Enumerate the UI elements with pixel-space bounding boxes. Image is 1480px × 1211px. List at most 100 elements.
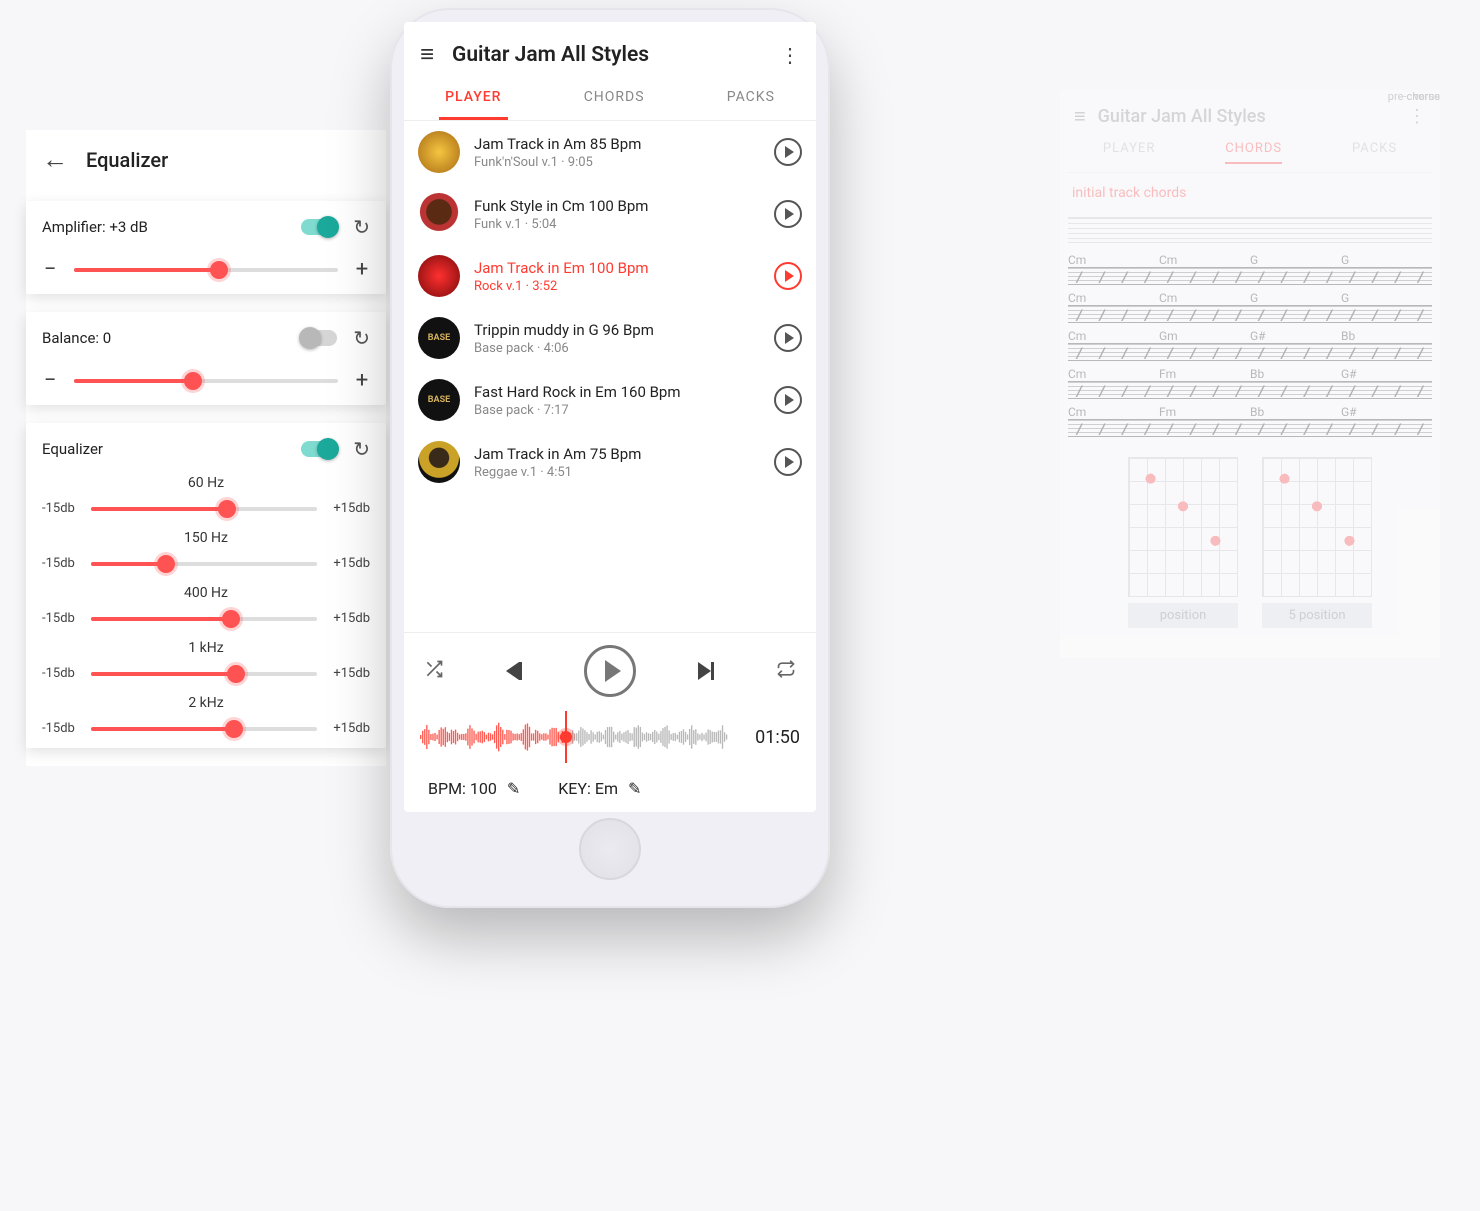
track-title: Jam Track in Am 75 Bpm [474, 445, 760, 463]
shuffle-icon[interactable] [424, 659, 444, 684]
eq-band-freq: 150 Hz [42, 530, 370, 546]
balance-slider[interactable] [74, 379, 338, 383]
chord-line: CmCmGG [1068, 291, 1432, 305]
album-art: BASE [418, 379, 460, 421]
menu-icon[interactable]: ≡ [1074, 104, 1086, 129]
balance-card: Balance: 0 ↻ − + [26, 312, 386, 405]
fret-caption-1: position [1128, 603, 1238, 628]
amplifier-plus-icon[interactable]: + [354, 257, 370, 282]
track-subtitle: Base pack · 4:06 [474, 341, 760, 356]
track-title: Fast Hard Rock in Em 160 Bpm [474, 383, 760, 401]
track-play-icon[interactable] [774, 138, 802, 166]
eq-band-slider-3[interactable] [91, 672, 318, 676]
tab-chords-faded[interactable]: CHORDS [1225, 141, 1282, 164]
amplifier-reset-icon[interactable]: ↻ [353, 215, 370, 239]
balance-minus-icon[interactable]: − [42, 368, 58, 393]
amplifier-slider[interactable] [74, 268, 338, 272]
eq-band-max: +15db [333, 556, 370, 571]
eq-band-min: -15db [42, 721, 75, 736]
album-art [418, 131, 460, 173]
track-list[interactable]: Jam Track in Am 85 Bpm Funk'n'Soul v.1 ·… [404, 121, 816, 633]
play-button[interactable] [584, 645, 636, 697]
eq-band-max: +15db [333, 666, 370, 681]
track-play-icon[interactable] [774, 262, 802, 290]
track-row[interactable]: Jam Track in Em 100 Bpm Rock v.1 · 3:52 [404, 245, 816, 307]
repeat-icon[interactable] [776, 659, 796, 684]
rhythm-row: //////////////// [1068, 343, 1432, 361]
album-art [418, 193, 460, 235]
track-title: Funk Style in Cm 100 Bpm [474, 197, 760, 215]
chords-tabs: PLAYER CHORDS PACKS [1068, 141, 1432, 173]
rhythm-row: //////////////// [1068, 419, 1432, 437]
album-art [418, 441, 460, 483]
eq-band-slider-2[interactable] [91, 617, 318, 621]
bpm-control[interactable]: BPM: 100 ✎ [428, 779, 520, 798]
chords-title: Guitar Jam All Styles [1098, 106, 1396, 127]
eq-band-slider-4[interactable] [91, 727, 318, 731]
eq-reset-icon[interactable]: ↻ [353, 437, 370, 461]
prev-track-button[interactable] [506, 662, 522, 680]
track-row[interactable]: BASE Fast Hard Rock in Em 160 Bpm Base p… [404, 369, 816, 431]
amplifier-card: Amplifier: +3 dB ↻ − + [26, 201, 386, 294]
kebab-icon[interactable]: ⋮ [780, 43, 800, 67]
chord-line: CmFmBbG# [1068, 405, 1432, 419]
back-icon[interactable]: ← [42, 144, 68, 175]
tab-chords[interactable]: CHORDS [578, 79, 651, 120]
track-row[interactable]: Jam Track in Am 85 Bpm Funk'n'Soul v.1 ·… [404, 121, 816, 183]
eq-band-slider-0[interactable] [91, 507, 318, 511]
initial-chords-link[interactable]: initial track chords [1068, 173, 1432, 213]
next-track-button[interactable] [698, 662, 714, 680]
tab-packs[interactable]: PACKS [721, 79, 781, 120]
track-play-icon[interactable] [774, 200, 802, 228]
equalizer-title: Equalizer [86, 148, 168, 172]
eq-band-slider-1[interactable] [91, 562, 318, 566]
eq-band-min: -15db [42, 611, 75, 626]
eq-card-label: Equalizer [42, 440, 301, 458]
edit-bpm-icon[interactable]: ✎ [507, 779, 520, 798]
transport-controls [404, 633, 816, 709]
edit-key-icon[interactable]: ✎ [628, 779, 641, 798]
balance-toggle[interactable] [301, 330, 337, 346]
tab-player[interactable]: PLAYER [439, 79, 507, 120]
eq-band-max: +15db [333, 721, 370, 736]
fret-caption-2: 5 position [1262, 603, 1372, 628]
tab-player-faded[interactable]: PLAYER [1103, 141, 1155, 164]
fretboard-2[interactable]: 5 position [1262, 457, 1372, 628]
tab-packs-faded[interactable]: PACKS [1352, 141, 1397, 164]
fretboards: position 5 position [1068, 457, 1432, 628]
rhythm-row: //////////////// [1068, 267, 1432, 285]
eq-band-max: +15db [333, 611, 370, 626]
music-staff [1068, 217, 1432, 243]
amplifier-toggle[interactable] [301, 219, 337, 235]
eq-toggle[interactable] [301, 441, 337, 457]
playhead[interactable] [565, 711, 567, 763]
eq-band-min: -15db [42, 556, 75, 571]
track-subtitle: Funk v.1 · 5:04 [474, 217, 760, 232]
track-row[interactable]: Jam Track in Am 75 Bpm Reggae v.1 · 4:51 [404, 431, 816, 493]
rhythm-row: //////////////// [1068, 305, 1432, 323]
track-play-icon[interactable] [774, 386, 802, 414]
amplifier-minus-icon[interactable]: − [42, 257, 58, 282]
hamburger-icon[interactable]: ≡ [420, 40, 434, 69]
eq-band-freq: 2 kHz [42, 695, 370, 711]
waveform[interactable] [420, 715, 728, 759]
track-subtitle: Rock v.1 · 3:52 [474, 279, 760, 294]
track-row[interactable]: BASE Trippin muddy in G 96 Bpm Base pack… [404, 307, 816, 369]
more-icon[interactable]: ⋮ [1408, 106, 1426, 127]
album-art: BASE [418, 317, 460, 359]
equalizer-panel: ← Equalizer Amplifier: +3 dB ↻ − + Balan… [26, 130, 386, 766]
track-play-icon[interactable] [774, 448, 802, 476]
app-title: Guitar Jam All Styles [452, 43, 762, 67]
fretboard-1[interactable]: position [1128, 457, 1238, 628]
track-play-icon[interactable] [774, 324, 802, 352]
eq-band-max: +15db [333, 501, 370, 516]
track-row[interactable]: Funk Style in Cm 100 Bpm Funk v.1 · 5:04 [404, 183, 816, 245]
key-label: KEY: Em [558, 779, 618, 798]
eq-band-freq: 60 Hz [42, 475, 370, 491]
equalizer-bands-card: Equalizer ↻ 60 Hz -15db +15db 150 Hz -15… [26, 423, 386, 748]
balance-plus-icon[interactable]: + [354, 368, 370, 393]
track-subtitle: Funk'n'Soul v.1 · 9:05 [474, 155, 760, 170]
elapsed-time: 01:50 [740, 727, 800, 748]
balance-reset-icon[interactable]: ↻ [353, 326, 370, 350]
key-control[interactable]: KEY: Em ✎ [558, 779, 641, 798]
